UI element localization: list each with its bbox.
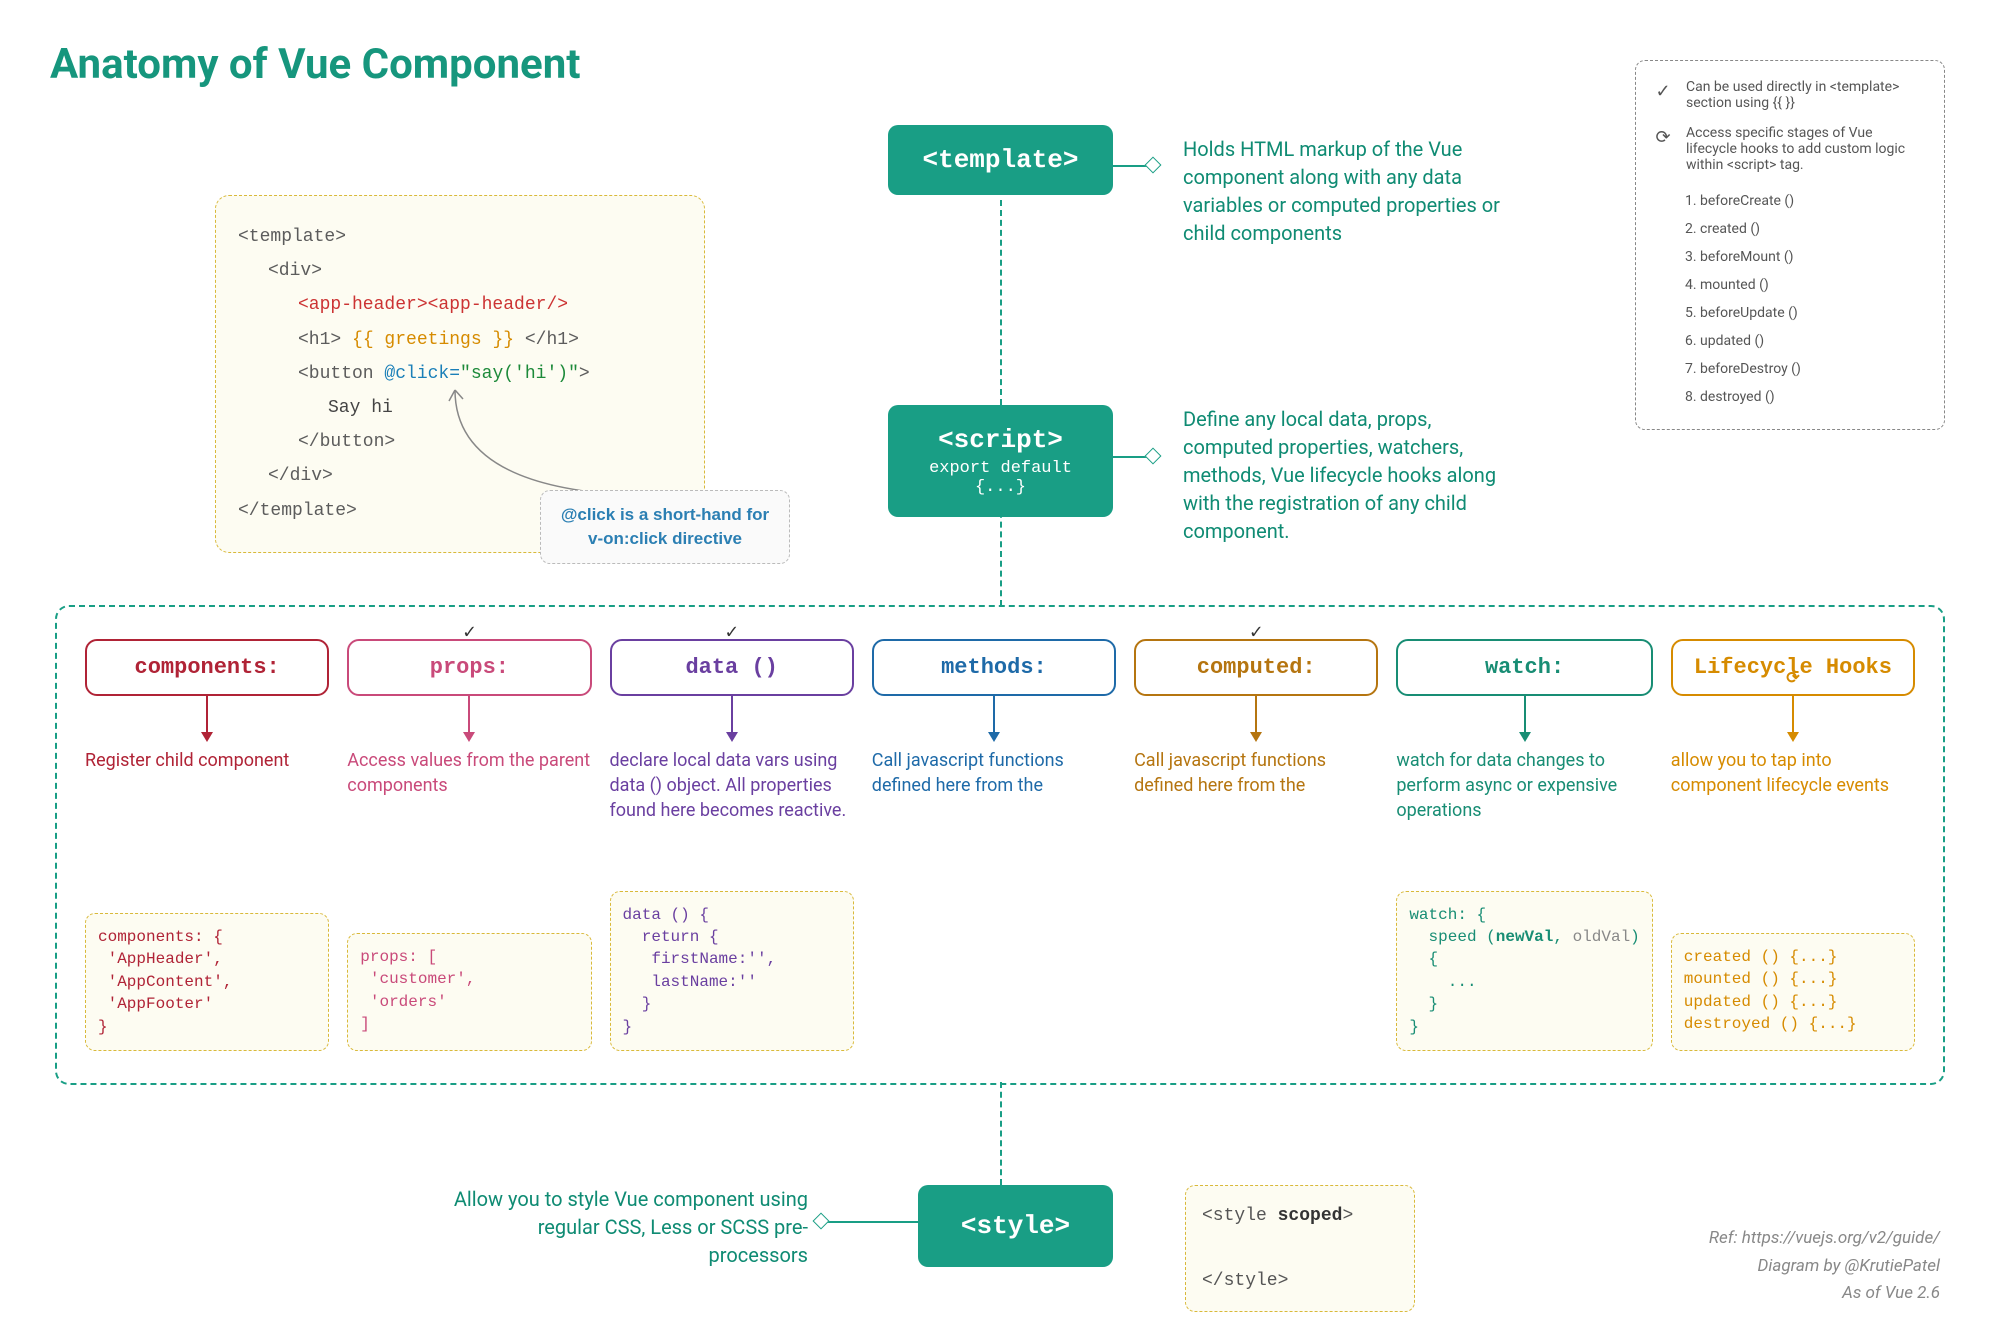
option-desc: declare local data vars using data () ob…	[610, 748, 854, 848]
option-box-components: components:	[85, 639, 329, 696]
option-column-hooks: Lifecycle Hooks⟳ allow you to tap into co…	[1671, 639, 1915, 1051]
option-box-watch: watch:	[1396, 639, 1652, 696]
credits: Ref: https://vuejs.org/v2/guide/ Diagram…	[1709, 1225, 1940, 1307]
option-box-props: ✓props:	[347, 639, 591, 696]
option-column-watch: watch: watch for data changes to perform …	[1396, 639, 1652, 1051]
arrow-down-icon	[993, 696, 995, 740]
check-icon: ✓	[1652, 79, 1674, 111]
arrow-down-icon	[1524, 696, 1526, 740]
connector-line	[1113, 165, 1147, 167]
connector-line	[1113, 456, 1147, 458]
option-box-computed: ✓computed:	[1134, 639, 1378, 696]
option-column-computed: ✓computed: Call javascript functions defi…	[1134, 639, 1378, 1051]
connector-line	[1000, 1082, 1002, 1185]
diamond-icon	[813, 1213, 830, 1230]
check-icon: ✓	[726, 619, 738, 645]
option-column-methods: methods: Call javascript functions define…	[872, 639, 1116, 1051]
lifecycle-hook-item: beforeMount ()	[1700, 243, 1926, 271]
lifecycle-hook-item: beforeDestroy ()	[1700, 355, 1926, 383]
arrow-down-icon	[206, 696, 208, 740]
script-node: <script> export default {...}	[888, 405, 1113, 517]
connector-line	[827, 1221, 918, 1223]
diamond-icon	[1145, 157, 1162, 174]
lifecycle-hooks-list: beforeCreate ()created ()beforeMount ()m…	[1700, 187, 1926, 411]
option-desc: watch for data changes to perform async …	[1396, 748, 1652, 848]
option-snippet: components: { 'AppHeader', 'AppContent',…	[85, 913, 329, 1051]
lifecycle-hook-item: beforeUpdate ()	[1700, 299, 1926, 327]
legend-cycle-text: Access specific stages of Vue lifecycle …	[1686, 125, 1926, 173]
option-desc: allow you to tap into component lifecycl…	[1671, 748, 1915, 848]
click-note: @click is a short-hand for v-on:click di…	[540, 490, 790, 564]
template-node: <template>	[888, 125, 1113, 195]
option-box-data: ✓data ()	[610, 639, 854, 696]
option-snippet: watch: { speed (newVal, oldVal) { ... } …	[1396, 891, 1652, 1051]
option-snippet: data () { return { firstName:'', lastNam…	[610, 891, 854, 1051]
legend-box: ✓ Can be used directly in <template> sec…	[1635, 60, 1945, 430]
legend-check-text: Can be used directly in <template> secti…	[1686, 79, 1926, 111]
option-column-data: ✓data () declare local data vars using da…	[610, 639, 854, 1051]
option-desc: Call javascript functions defined here f…	[872, 748, 1116, 848]
script-desc: Define any local data, props, computed p…	[1183, 405, 1513, 545]
option-snippet: created () {...} mounted () {...} update…	[1671, 933, 1915, 1051]
check-icon: ✓	[463, 619, 475, 645]
option-box-methods: methods:	[872, 639, 1116, 696]
diamond-icon	[1145, 448, 1162, 465]
style-desc: Allow you to style Vue component using r…	[448, 1185, 808, 1269]
connector-line	[1000, 200, 1002, 405]
option-desc: Call javascript functions defined here f…	[1134, 748, 1378, 848]
lifecycle-hook-item: created ()	[1700, 215, 1926, 243]
template-desc: Holds HTML markup of the Vue component a…	[1183, 135, 1513, 247]
lifecycle-hook-item: beforeCreate ()	[1700, 187, 1926, 215]
option-snippet: props: [ 'customer', 'orders' ]	[347, 933, 591, 1051]
arrow-down-icon	[731, 696, 733, 740]
connector-line	[1000, 502, 1002, 606]
option-column-props: ✓props: Access values from the parent com…	[347, 639, 591, 1051]
lifecycle-hook-item: destroyed ()	[1700, 383, 1926, 411]
cycle-icon: ⟳	[1786, 668, 1799, 688]
lifecycle-hook-item: updated ()	[1700, 327, 1926, 355]
check-icon: ✓	[1250, 619, 1262, 645]
option-box-hooks: Lifecycle Hooks⟳	[1671, 639, 1915, 696]
arrow-down-icon	[1255, 696, 1257, 740]
option-desc: Register child component	[85, 748, 329, 848]
arrow-down-icon	[1792, 696, 1794, 740]
style-node: <style>	[918, 1185, 1113, 1267]
cycle-icon: ⟳	[1652, 125, 1674, 173]
lifecycle-hook-item: mounted ()	[1700, 271, 1926, 299]
arrow-down-icon	[468, 696, 470, 740]
script-options-container: components: Register child component compo…	[55, 605, 1945, 1085]
option-desc: Access values from the parent components	[347, 748, 591, 848]
option-column-components: components: Register child component compo…	[85, 639, 329, 1051]
style-code-box: <style scoped> </style>	[1185, 1185, 1415, 1312]
